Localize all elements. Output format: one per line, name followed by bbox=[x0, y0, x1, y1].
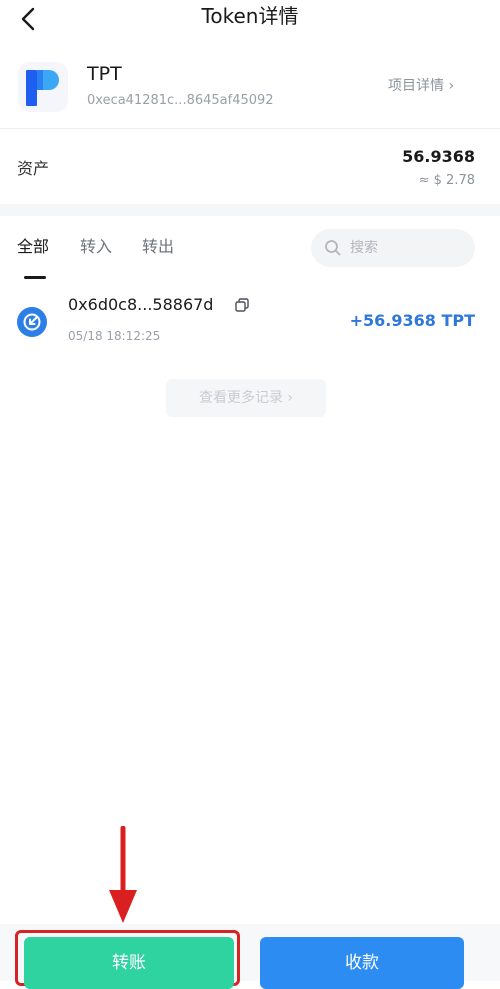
assets-label: 资产 bbox=[17, 159, 50, 178]
token-logo bbox=[18, 62, 68, 112]
assets-fiat-value: ≈ $ 2.78 bbox=[418, 173, 475, 188]
tab-all[interactable]: 全部 bbox=[17, 236, 49, 258]
transaction-time: 05/18 18:12:25 bbox=[68, 329, 161, 343]
search-placeholder: 搜索 bbox=[350, 240, 378, 256]
assets-amount: 56.9368 bbox=[402, 147, 475, 166]
project-details-link[interactable]: 项目详情 › bbox=[388, 76, 454, 96]
transaction-hash: 0x6d0c8...58867d bbox=[68, 295, 214, 314]
receive-button[interactable]: 收款 bbox=[260, 937, 464, 989]
receive-arrow-icon bbox=[17, 307, 47, 337]
back-button[interactable] bbox=[14, 4, 44, 34]
page-title: Token详情 bbox=[201, 4, 299, 28]
tpt-logo-icon bbox=[26, 70, 59, 106]
transaction-amount: +56.9368 TPT bbox=[349, 311, 475, 330]
view-more-records-button[interactable]: 查看更多记录 › bbox=[166, 379, 326, 417]
tab-incoming[interactable]: 转入 bbox=[80, 236, 112, 258]
transfer-button[interactable]: 转账 bbox=[24, 937, 234, 989]
token-name: TPT bbox=[87, 63, 122, 85]
search-icon bbox=[325, 240, 341, 256]
arrow-down-annotation-icon bbox=[109, 826, 137, 923]
copy-icon[interactable] bbox=[234, 297, 250, 313]
header-bar: Token详情 bbox=[0, 0, 500, 40]
divider bbox=[0, 128, 500, 129]
token-address: 0xeca41281c...8645af45092 bbox=[87, 93, 274, 108]
chevron-left-icon bbox=[21, 7, 35, 31]
section-separator bbox=[0, 204, 500, 216]
tab-outgoing[interactable]: 转出 bbox=[142, 236, 174, 258]
active-tab-indicator bbox=[24, 276, 46, 279]
